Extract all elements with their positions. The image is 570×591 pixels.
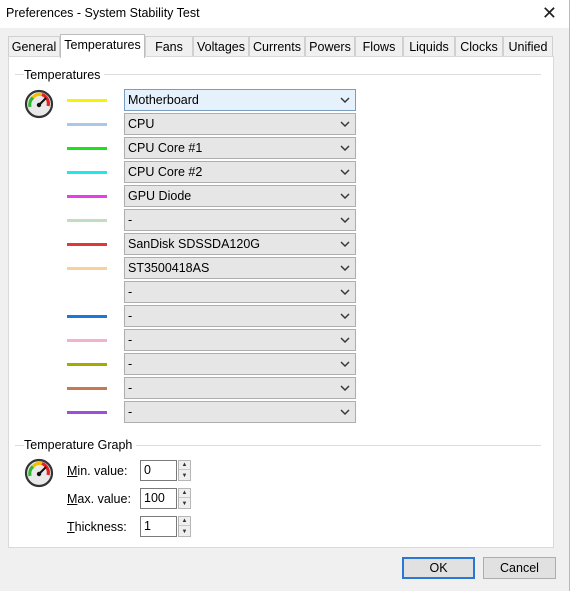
series-color-swatch (67, 219, 107, 222)
sensor-select-1[interactable]: Motherboard (124, 89, 356, 111)
selected-sensor: - (128, 333, 133, 347)
spin-down-icon[interactable]: ▼ (179, 471, 190, 480)
series-color-swatch (67, 147, 107, 150)
chevron-down-icon (340, 145, 350, 151)
temperature-graph-section-label: Temperature Graph (24, 438, 137, 452)
sensor-select-14[interactable]: - (124, 401, 356, 423)
tab-flows[interactable]: Flows (355, 36, 403, 57)
tab-liquids[interactable]: Liquids (403, 36, 455, 57)
chevron-down-icon (340, 265, 350, 271)
series-color-swatch (67, 339, 107, 342)
selected-sensor: ST3500418AS (128, 261, 210, 275)
chevron-down-icon (340, 193, 350, 199)
selected-sensor: - (128, 357, 133, 371)
tab-strip: General Temperatures Fans Voltages Curre… (8, 34, 560, 58)
sensor-select-9[interactable]: - (124, 281, 356, 303)
series-color-swatch (67, 123, 107, 126)
sensor-select-2[interactable]: CPU (124, 113, 356, 135)
sensor-select-7[interactable]: SanDisk SDSSDA120G (124, 233, 356, 255)
chevron-down-icon (340, 217, 350, 223)
selected-sensor: - (128, 213, 133, 227)
chevron-down-icon (340, 289, 350, 295)
selected-sensor: CPU Core #2 (128, 165, 203, 179)
min-value-stepper[interactable]: ▲ ▼ (178, 460, 191, 481)
temperatures-panel: Temperatures Motherboard CPU CPU Core #1 (8, 56, 554, 548)
series-color-swatch (67, 171, 107, 174)
max-value-input[interactable]: 100 (140, 488, 177, 509)
window-title: Preferences - System Stability Test (6, 6, 200, 20)
selected-sensor: - (128, 405, 133, 419)
series-color-swatch (67, 363, 107, 366)
selected-sensor: - (128, 285, 133, 299)
sensor-select-4[interactable]: CPU Core #2 (124, 161, 356, 183)
sensor-select-12[interactable]: - (124, 353, 356, 375)
spin-down-icon[interactable]: ▼ (179, 527, 190, 536)
selected-sensor: CPU Core #1 (128, 141, 203, 155)
chevron-down-icon (340, 361, 350, 367)
tab-unified[interactable]: Unified (503, 36, 553, 57)
series-color-swatch (67, 267, 107, 270)
series-color-swatch (67, 411, 107, 414)
selected-sensor: - (128, 381, 133, 395)
sensor-select-3[interactable]: CPU Core #1 (124, 137, 356, 159)
series-color-swatch (67, 315, 107, 318)
temperatures-section-label: Temperatures (24, 68, 105, 82)
spin-up-icon[interactable]: ▲ (179, 489, 190, 498)
selected-sensor: SanDisk SDSSDA120G (128, 237, 261, 251)
chevron-down-icon (340, 97, 350, 103)
tab-voltages[interactable]: Voltages (193, 36, 249, 57)
gauge-icon (24, 89, 54, 119)
close-icon[interactable]: ✕ (542, 3, 557, 23)
selected-sensor: CPU (128, 117, 155, 131)
spin-up-icon[interactable]: ▲ (179, 461, 190, 470)
tab-powers[interactable]: Powers (305, 36, 355, 57)
max-value-stepper[interactable]: ▲ ▼ (178, 488, 191, 509)
selected-sensor: - (128, 309, 133, 323)
min-value-input[interactable]: 0 (140, 460, 177, 481)
ok-button[interactable]: OK (402, 557, 475, 579)
tab-currents[interactable]: Currents (249, 36, 305, 57)
tab-temperatures[interactable]: Temperatures (60, 34, 145, 58)
series-color-swatch (67, 195, 107, 198)
selected-sensor: GPU Diode (128, 189, 192, 203)
chevron-down-icon (340, 385, 350, 391)
series-color-swatch (67, 99, 107, 102)
spin-up-icon[interactable]: ▲ (179, 517, 190, 526)
sensor-select-10[interactable]: - (124, 305, 356, 327)
spin-down-icon[interactable]: ▼ (179, 499, 190, 508)
tab-fans[interactable]: Fans (145, 36, 193, 57)
chevron-down-icon (340, 409, 350, 415)
sensor-select-5[interactable]: GPU Diode (124, 185, 356, 207)
series-color-swatch (67, 243, 107, 246)
sensor-select-13[interactable]: - (124, 377, 356, 399)
preferences-window: Preferences - System Stability Test ✕ Ge… (0, 0, 570, 591)
sensor-select-8[interactable]: ST3500418AS (124, 257, 356, 279)
chevron-down-icon (340, 169, 350, 175)
series-color-swatch (67, 291, 107, 294)
max-value-label: Max. value: (67, 492, 131, 506)
thickness-label: Thickness: (67, 520, 127, 534)
min-value-label: Min. value: (67, 464, 128, 478)
sensor-select-11[interactable]: - (124, 329, 356, 351)
chevron-down-icon (340, 337, 350, 343)
thickness-input[interactable]: 1 (140, 516, 177, 537)
chevron-down-icon (340, 121, 350, 127)
selected-sensor: Motherboard (128, 93, 199, 107)
cancel-button[interactable]: Cancel (483, 557, 556, 579)
thickness-stepper[interactable]: ▲ ▼ (178, 516, 191, 537)
series-color-swatch (67, 387, 107, 390)
chevron-down-icon (340, 241, 350, 247)
chevron-down-icon (340, 313, 350, 319)
gauge-icon (24, 458, 54, 488)
title-bar: Preferences - System Stability Test ✕ (0, 0, 569, 28)
sensor-select-6[interactable]: - (124, 209, 356, 231)
tab-general[interactable]: General (8, 36, 60, 57)
tab-clocks[interactable]: Clocks (455, 36, 503, 57)
